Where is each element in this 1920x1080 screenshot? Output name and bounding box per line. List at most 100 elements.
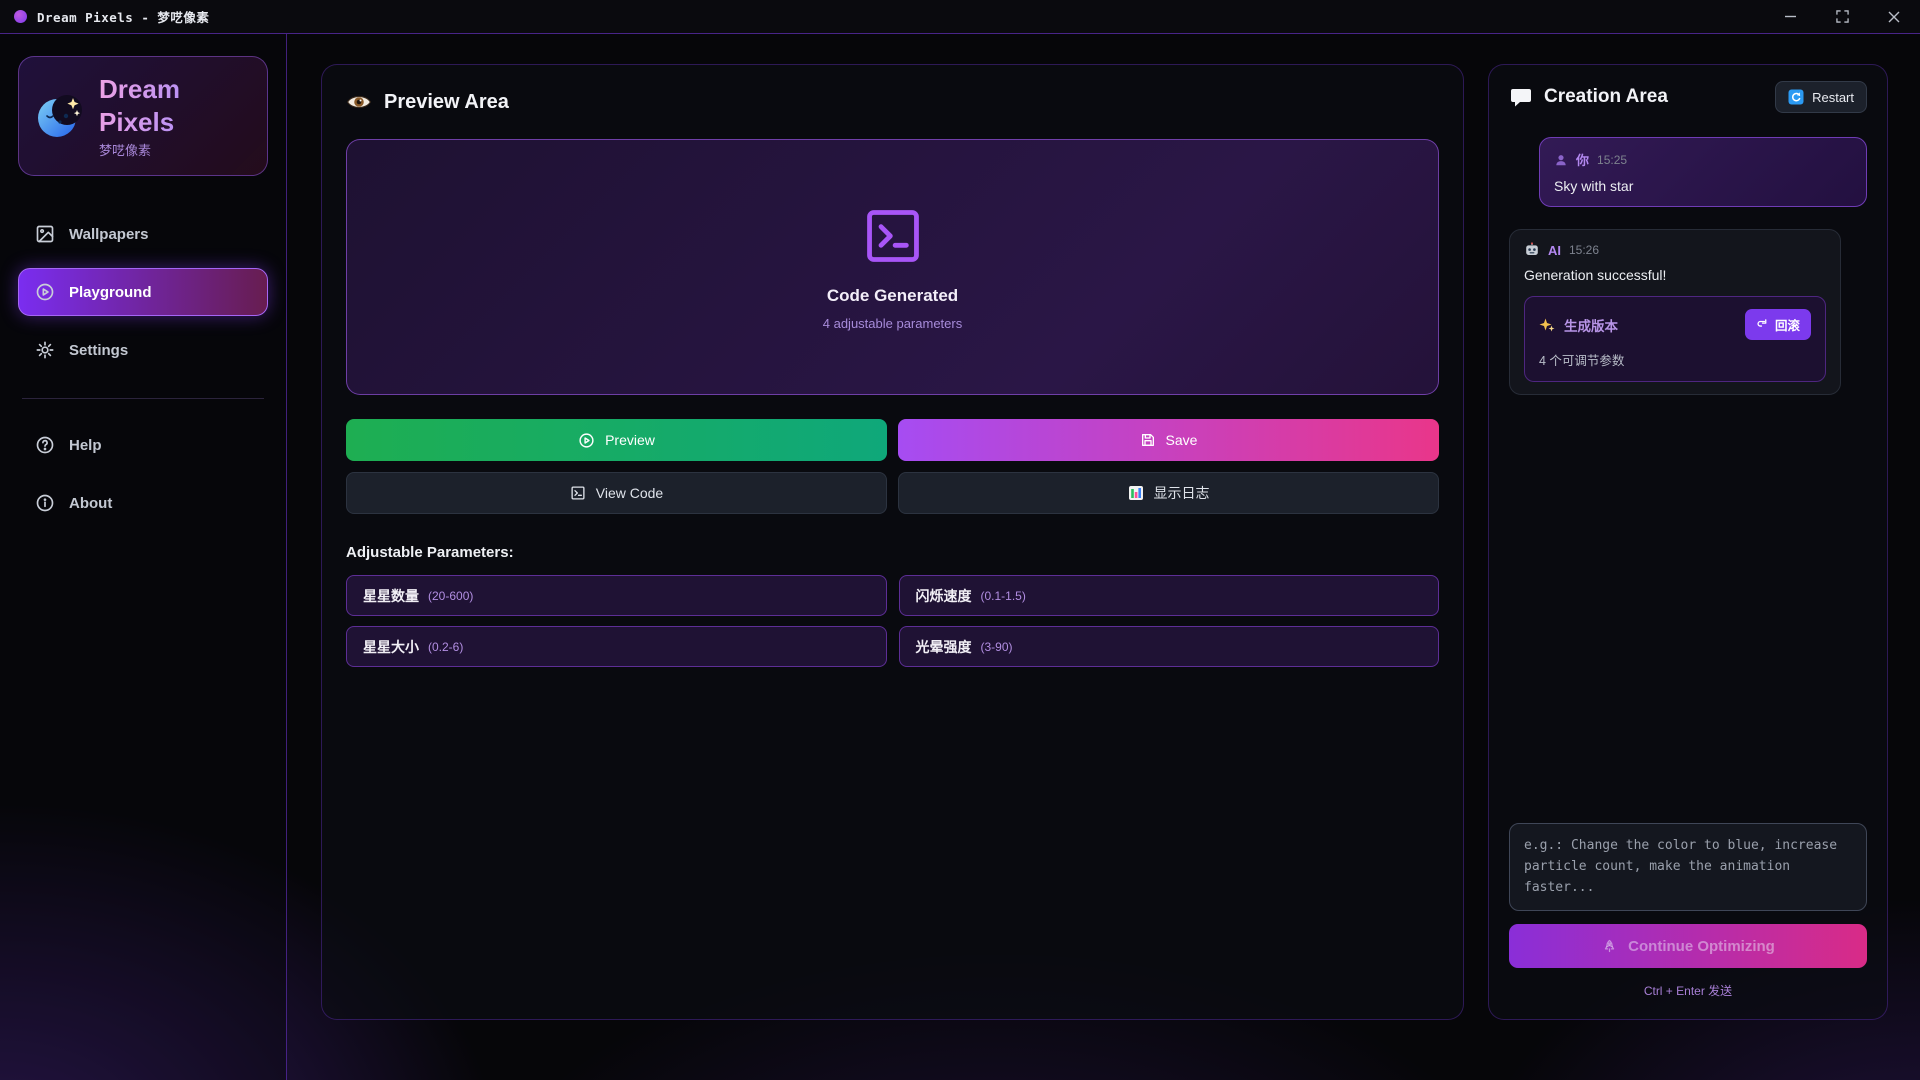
restart-button-label: Restart [1812,90,1854,105]
preview-placeholder-subheading: 4 adjustable parameters [823,316,962,331]
param-chip-twinkle-speed[interactable]: 闪烁速度 (0.1-1.5) [899,575,1440,616]
user-message: 你 15:25 Sky with star [1539,137,1867,207]
image-icon [35,224,55,244]
undo-arrow-icon [1756,318,1769,331]
show-logs-button-label: 显示日志 [1154,483,1210,503]
version-card: 生成版本 回滚 4 个可调节参数 [1524,296,1826,382]
preview-button-label: Preview [605,432,655,448]
continue-optimizing-button[interactable]: Continue Optimizing [1509,924,1867,968]
sidebar-item-label: About [69,495,112,512]
params-grid: 星星数量 (20-600) 闪烁速度 (0.1-1.5) 星星大小 (0.2-6… [346,575,1439,667]
sidebar-item-about[interactable]: About [18,479,268,527]
rocket-icon [1601,938,1618,955]
rollback-button[interactable]: 回滚 [1745,309,1811,340]
save-button-label: Save [1166,432,1198,448]
preview-actions: Preview Save View Code [346,419,1439,514]
app-logo-text: Dream Pixels 梦呓像素 [99,73,209,159]
preview-panel: Preview Area Code Generated 4 adjustable… [321,64,1464,1020]
sidebar-item-settings[interactable]: Settings [18,326,268,374]
speech-bubble-icon [1509,85,1533,109]
app-subtitle: 梦呓像素 [99,140,209,159]
message-header: 你 15:25 [1554,150,1852,169]
sidebar-item-wallpapers[interactable]: Wallpapers [18,210,268,258]
param-name: 闪烁速度 [916,586,972,606]
chat-spacer [1509,395,1867,823]
continue-optimizing-label: Continue Optimizing [1628,938,1775,955]
message-sender: 你 [1576,150,1589,169]
robot-icon [1524,242,1540,258]
restart-button[interactable]: Restart [1775,81,1867,113]
window-controls [1764,0,1920,33]
param-name: 光晕强度 [916,637,972,657]
minimize-icon [1784,10,1797,23]
message-text: Sky with star [1554,178,1852,194]
param-range: (20-600) [428,589,473,603]
param-chip-star-count[interactable]: 星星数量 (20-600) [346,575,887,616]
version-label: 生成版本 [1564,315,1736,335]
version-row: 生成版本 回滚 [1539,309,1811,340]
sidebar-item-label: Wallpapers [69,226,148,243]
terminal-icon [861,204,925,268]
close-button[interactable] [1868,0,1920,33]
param-range: (0.1-1.5) [981,589,1026,603]
sidebar-divider [22,398,264,399]
param-range: (3-90) [981,640,1013,654]
rollback-button-label: 回滚 [1775,315,1800,334]
sidebar-item-label: Help [69,437,102,454]
refresh-icon [1788,89,1804,105]
preview-display: Code Generated 4 adjustable parameters [346,139,1439,395]
preview-button[interactable]: Preview [346,419,887,461]
sparkles-icon [1539,317,1555,333]
param-chip-star-size[interactable]: 星星大小 (0.2-6) [346,626,887,667]
minimize-button[interactable] [1764,0,1816,33]
app-body: Dream Pixels 梦呓像素 Wallpapers Playground … [0,34,1920,1080]
send-hint: Ctrl + Enter 发送 [1509,982,1867,999]
creation-title: Creation Area [1544,86,1764,108]
sidebar-item-playground[interactable]: Playground [18,268,268,316]
param-name: 星星大小 [363,637,419,657]
param-chip-glow-strength[interactable]: 光晕强度 (3-90) [899,626,1440,667]
titlebar: Dream Pixels - 梦呓像素 [0,0,1920,34]
eye-icon [346,89,372,115]
app-logo-dot-icon [14,10,27,23]
version-meta: 4 个可调节参数 [1539,350,1811,369]
bar-chart-icon [1128,485,1144,501]
sidebar-item-label: Settings [69,342,128,359]
help-circle-icon [35,435,55,455]
app-logo-card: Dream Pixels 梦呓像素 [18,56,268,176]
param-range: (0.2-6) [428,640,463,654]
view-code-button-label: View Code [596,485,663,501]
save-button[interactable]: Save [898,419,1439,461]
params-label: Adjustable Parameters: [346,544,1439,561]
play-circle-icon [35,282,55,302]
window-title: Dream Pixels - 梦呓像素 [37,7,209,26]
maximize-button[interactable] [1816,0,1868,33]
preview-title: Preview Area [384,91,509,114]
info-circle-icon [35,493,55,513]
preview-header: Preview Area [346,89,1439,115]
message-sender: AI [1548,243,1561,258]
message-text: Generation successful! [1524,267,1826,283]
user-icon [1554,153,1568,167]
message-time: 15:26 [1569,243,1599,257]
param-name: 星星数量 [363,586,419,606]
floppy-disk-icon [1140,432,1156,448]
ai-message: AI 15:26 Generation successful! 生成版本 [1509,229,1841,395]
chat-input[interactable] [1509,823,1867,911]
close-icon [1888,11,1900,23]
gear-icon [35,340,55,360]
sidebar: Dream Pixels 梦呓像素 Wallpapers Playground … [0,34,287,1080]
creation-header: Creation Area Restart [1509,81,1867,113]
app-title: Dream Pixels [99,73,209,138]
play-circle-icon [578,432,595,449]
moon-icon [33,90,85,142]
content-area: Preview Area Code Generated 4 adjustable… [287,34,1920,1080]
chat-messages: 你 15:25 Sky with star [1509,137,1867,395]
sidebar-item-help[interactable]: Help [18,421,268,469]
sidebar-item-label: Playground [69,284,152,301]
message-time: 15:25 [1597,153,1627,167]
show-logs-button[interactable]: 显示日志 [898,472,1439,514]
message-header: AI 15:26 [1524,242,1826,258]
preview-placeholder-heading: Code Generated [827,286,958,306]
view-code-button[interactable]: View Code [346,472,887,514]
